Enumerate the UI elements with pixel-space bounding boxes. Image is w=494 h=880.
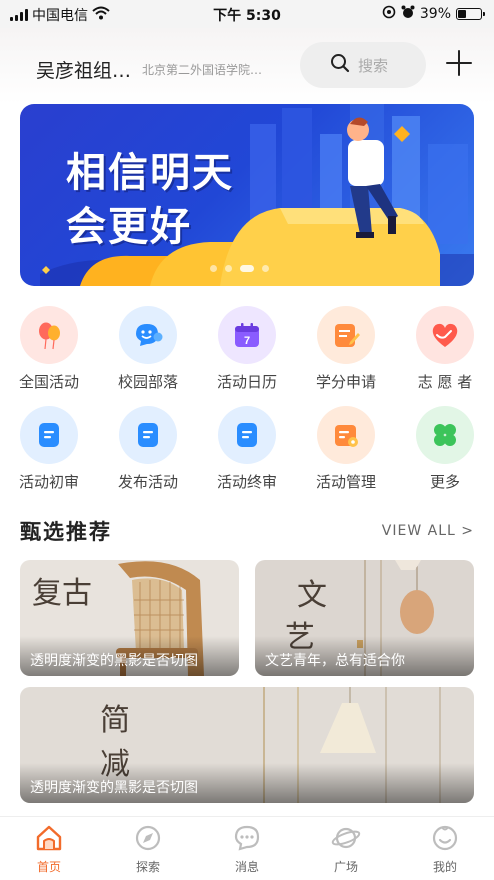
grid-item[interactable]: 学分申请 (297, 306, 395, 392)
manage-icon (317, 406, 375, 464)
svg-text:7: 7 (244, 335, 250, 347)
card-big-text: 复古 (32, 576, 92, 611)
grid-item-label: 发布活动 (117, 473, 178, 491)
bottom-tab-bar: 首页 探索 消息 广场 我的 (0, 816, 494, 880)
edit-note-icon (317, 306, 375, 364)
compass-icon (133, 823, 163, 853)
tab-compass[interactable]: 探索 (99, 823, 197, 875)
tab-message[interactable]: 消息 (198, 823, 296, 875)
card-caption: 透明度渐变的黑影是否切图 (20, 763, 474, 803)
planet-icon (331, 823, 361, 853)
grid-item-label: 学分申请 (315, 373, 376, 391)
banner-title-line2: 会更好 (66, 203, 192, 250)
heart-hand-icon (416, 306, 474, 364)
status-bar: 中国电信 下午 5:30 39% (0, 0, 494, 28)
grid-item[interactable]: 活动管理 (297, 406, 395, 492)
recommend-card-literary[interactable]: 文 艺 文艺青年，总有适合你 (255, 560, 474, 676)
grid-item-label: 校园部落 (117, 373, 178, 391)
search-box[interactable]: 搜索 (300, 42, 426, 88)
grid-item-label: 活动初审 (18, 473, 79, 491)
home-icon (34, 823, 64, 853)
calendar-icon: 7 (218, 306, 276, 364)
tab-label: 我的 (432, 860, 457, 874)
grid-item[interactable]: 发布活动 (99, 406, 197, 492)
tab-label: 消息 (234, 860, 259, 874)
grid-item[interactable]: 全国活动 (0, 306, 98, 392)
grid-item[interactable]: 7 活动日历 (198, 306, 296, 392)
grid-item-label: 活动管理 (315, 473, 376, 491)
grid-item-label: 活动日历 (216, 373, 277, 391)
tab-planet[interactable]: 广场 (297, 823, 395, 875)
grid-item-label: 更多 (429, 473, 460, 491)
carousel-dot[interactable] (225, 265, 232, 272)
card-caption: 文艺青年，总有适合你 (255, 636, 474, 676)
location-icon (382, 5, 396, 23)
battery-fill (458, 10, 466, 18)
card-big-text-1: 文 (297, 578, 327, 613)
card-caption: 透明度渐变的黑影是否切图 (20, 636, 239, 676)
chat-smile-icon (119, 306, 177, 364)
org-name[interactable]: 吴彦祖组织名称 (36, 56, 140, 83)
clover-icon (416, 406, 474, 464)
carousel-dot[interactable] (240, 265, 254, 272)
recommend-card-retro[interactable]: 复古 透明度渐变的黑影是否切图 (20, 560, 239, 676)
grid-item[interactable]: 活动初审 (0, 406, 98, 492)
grid-item[interactable]: 活动终审 (198, 406, 296, 492)
header: 吴彦祖组织名称 北京第二外国语学院学生会 搜索 (0, 28, 494, 104)
banner-carousel[interactable]: 相信明天 会更好 (20, 104, 474, 286)
document-icon (20, 406, 78, 464)
tab-label: 探索 (135, 860, 160, 874)
card-big-text-1: 简 (100, 703, 130, 738)
grid-item-label: 志 愿 者 (417, 373, 473, 391)
carousel-dot[interactable] (210, 265, 217, 272)
plus-icon[interactable] (444, 48, 474, 78)
carousel-indicator[interactable] (210, 265, 269, 272)
tab-profile[interactable]: 我的 (396, 823, 494, 875)
tab-home[interactable]: 首页 (0, 823, 98, 875)
grid-item-label: 全国活动 (18, 373, 79, 391)
tab-label: 首页 (36, 860, 61, 874)
document-icon (218, 406, 276, 464)
message-icon (232, 823, 262, 853)
grid-item[interactable]: 校园部落 (99, 306, 197, 392)
view-all-link[interactable]: VIEW ALL > (382, 523, 474, 539)
grid-item[interactable]: 更多 (396, 406, 494, 492)
alarm-icon (401, 5, 415, 23)
document-icon (119, 406, 177, 464)
recommend-card-simple[interactable]: 简 减 透明度渐变的黑影是否切图 (20, 687, 474, 803)
battery-icon (456, 8, 485, 20)
grid-item[interactable]: 志 愿 者 (396, 306, 494, 392)
profile-icon (430, 823, 460, 853)
tab-label: 广场 (333, 860, 358, 874)
search-icon (330, 53, 350, 77)
org-subtitle: 北京第二外国语学院学生会 (142, 63, 272, 77)
carousel-dot[interactable] (262, 265, 269, 272)
balloon-icon (20, 306, 78, 364)
battery-percent: 39% (419, 6, 451, 22)
search-placeholder: 搜索 (358, 56, 389, 75)
section-title: 甄选推荐 (20, 520, 112, 544)
banner-title-line1: 相信明天 (66, 149, 234, 196)
grid-item-label: 活动终审 (216, 473, 277, 491)
